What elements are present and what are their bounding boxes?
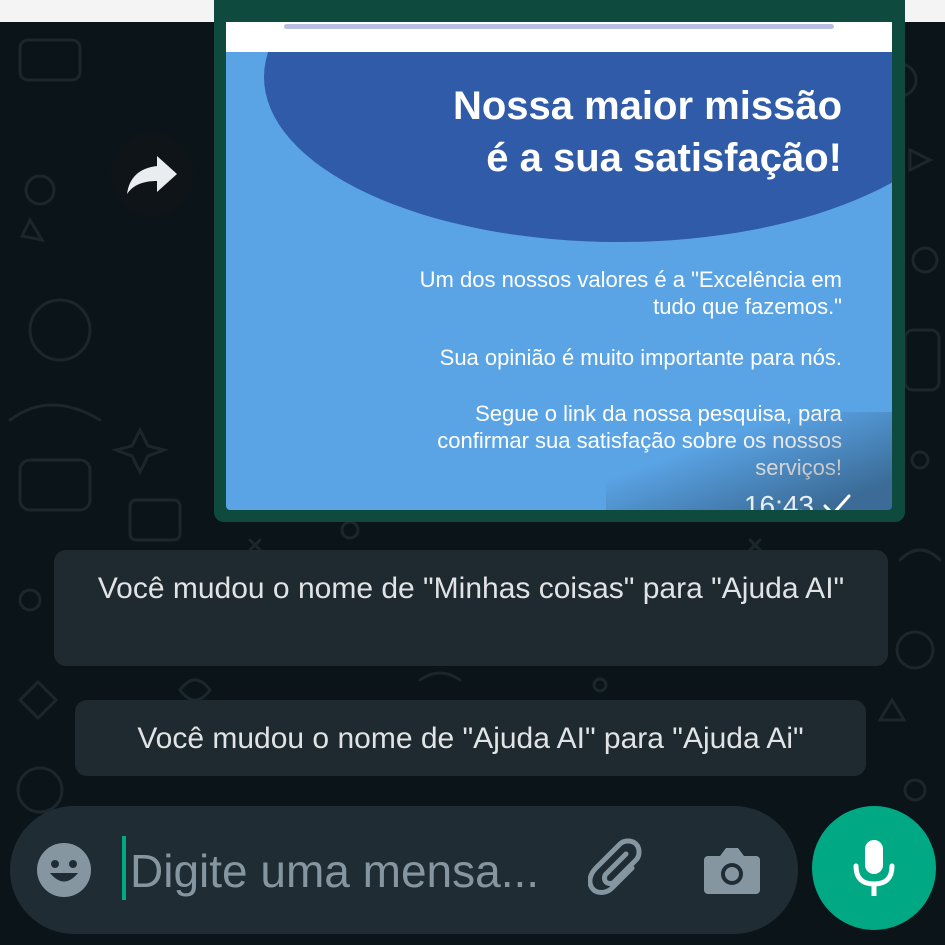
image-body-paragraph-1: Um dos nossos valores é a "Excelência em… xyxy=(282,266,842,320)
message-composer xyxy=(10,806,798,934)
single-check-icon xyxy=(823,494,851,510)
text-caret xyxy=(122,836,126,900)
body-line-1: Um dos nossos valores é a "Excelência em xyxy=(419,267,842,292)
mic-button[interactable] xyxy=(812,806,936,930)
system-message-rename: Você mudou o nome de "Minhas coisas" par… xyxy=(54,550,888,666)
emoji-icon[interactable] xyxy=(36,842,92,898)
forward-button[interactable] xyxy=(110,132,194,216)
message-input[interactable] xyxy=(128,832,572,910)
outgoing-image-message[interactable]: Nossa maior missão é a sua satisfação! U… xyxy=(214,0,905,522)
image-body-paragraph-2: Sua opinião é muito importante para nós. xyxy=(282,344,842,371)
body-line-3: Sua opinião é muito importante para nós. xyxy=(439,345,842,370)
image-headline: Nossa maior missão é a sua satisfação! xyxy=(322,80,842,184)
mic-icon xyxy=(853,840,895,896)
body-line-2: tudo que fazemos." xyxy=(653,294,842,319)
camera-icon[interactable] xyxy=(702,842,762,898)
system-message-rename: Você mudou o nome de "Ajuda AI" para "Aj… xyxy=(75,700,866,776)
message-image[interactable]: Nossa maior missão é a sua satisfação! U… xyxy=(226,22,892,510)
attach-icon[interactable] xyxy=(588,838,648,902)
headline-line-2: é a sua satisfação! xyxy=(486,136,842,180)
forward-icon xyxy=(127,156,177,194)
headline-line-1: Nossa maior missão xyxy=(452,84,842,128)
image-top-line xyxy=(284,24,834,29)
message-time: 16:43 xyxy=(743,490,814,510)
